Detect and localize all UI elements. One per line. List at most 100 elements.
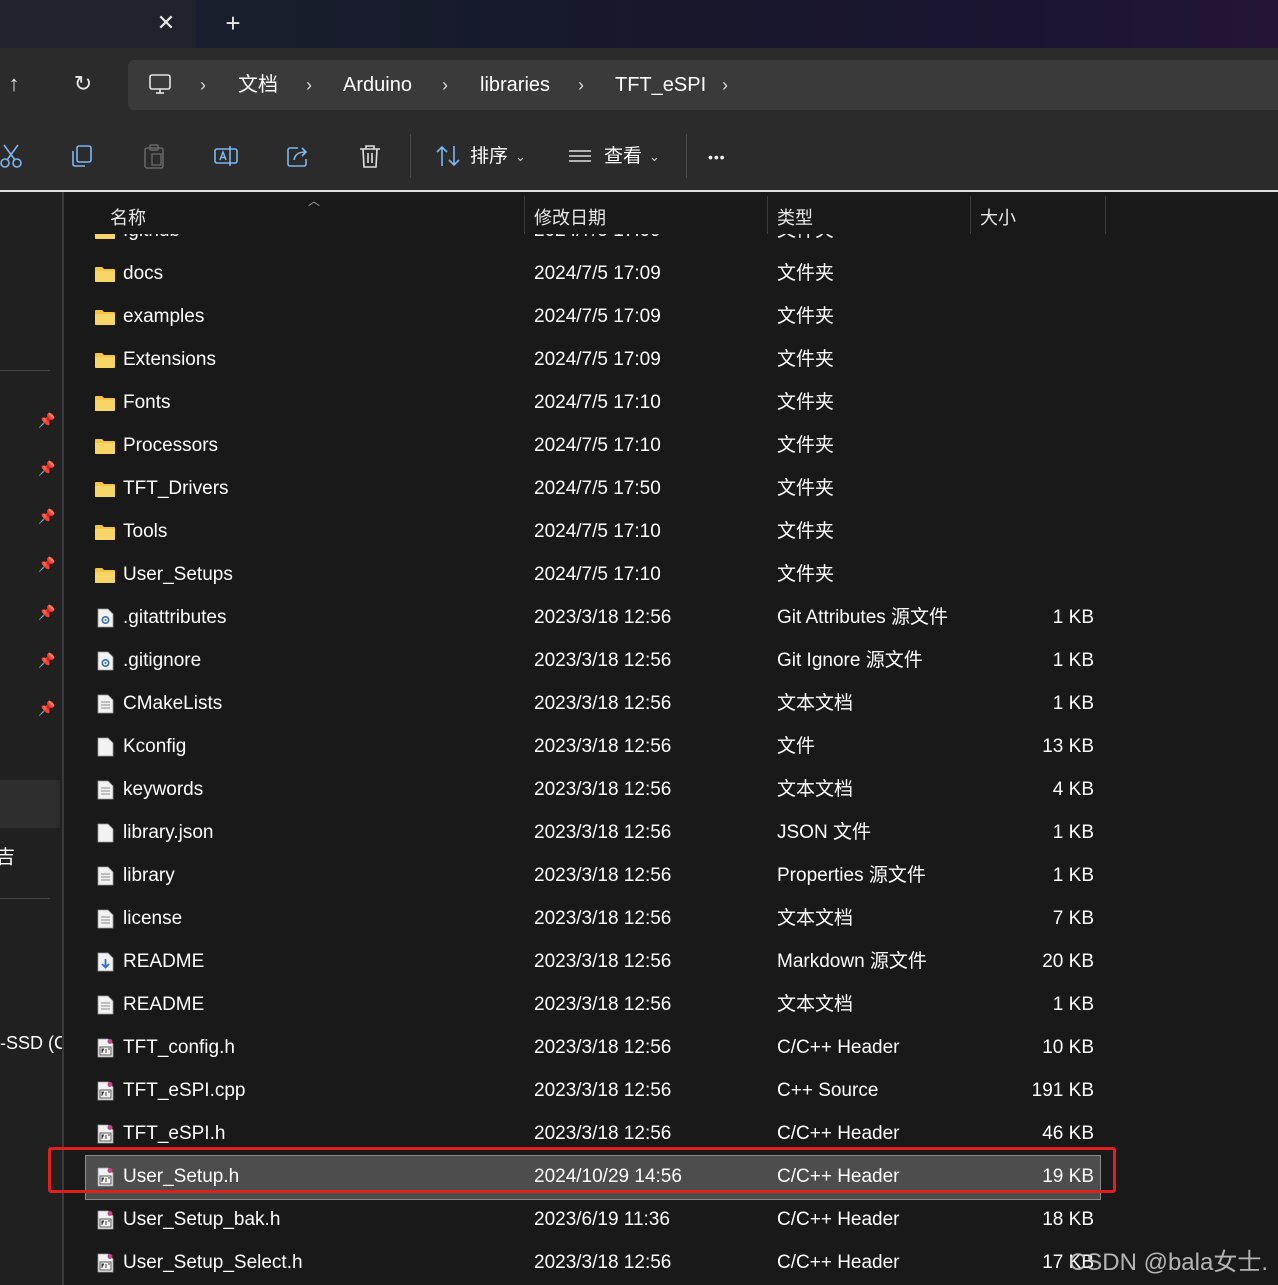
file-type: 文件夹 [777,392,835,413]
file-name: .gitattributes [123,607,227,628]
file-name: CMakeLists [123,693,223,714]
column-size[interactable]: 大小 [980,204,1016,230]
file-name: README [123,951,205,972]
file-name: license [123,908,183,929]
column-separator[interactable] [970,196,971,234]
delete-icon[interactable] [356,142,384,170]
refresh-icon[interactable]: ↻ [69,70,97,98]
file-name: TFT_config.h [123,1037,235,1058]
file-row[interactable]: TFT_config.h 2023/3/18 12:56 C/C++ Header 1… [86,1027,1100,1070]
file-row[interactable]: .gitignore 2023/3/18 12:56 Git Ignore 源文件 1… [86,640,1100,683]
sort-button[interactable]: 排序 [470,146,508,168]
pin-icon[interactable]: 📌 [38,556,55,574]
more-options-icon[interactable]: ••• [708,146,726,168]
file-row[interactable]: User_Setups 2024/7/5 17:10 文件夹 [86,554,1100,597]
file-type: Git Ignore 源文件 [777,650,923,671]
nav-item-drive-c[interactable]: -SSD (C [0,1033,67,1054]
file-row[interactable]: .gitattributes 2023/3/18 12:56 Git Attribu… [86,597,1100,640]
breadcrumb-chevron-icon[interactable]: › [200,72,206,98]
file-row[interactable]: TFT_Drivers 2024/7/5 17:50 文件夹 [86,468,1100,511]
file-row[interactable]: User_Setup_Select.h 2023/3/18 12:56 C/C++ … [86,1242,1100,1285]
computer-icon[interactable] [148,73,172,95]
breadcrumb-chevron-icon[interactable]: › [306,72,312,98]
file-date: 2024/7/5 17:10 [534,435,661,456]
column-date[interactable]: 修改日期 [534,204,606,230]
file-date: 2024/7/5 17:09 [534,306,661,327]
sort-chevron-down-icon[interactable]: ⌄ [515,146,526,168]
column-separator[interactable] [1105,196,1106,234]
breadcrumb-chevron-icon[interactable]: › [442,72,448,98]
folder-icon [95,396,115,411]
address-bar[interactable]: › 文档 › Arduino › libraries › TFT_eSPI › [128,60,1278,110]
file-type: 文件夹 [777,478,835,499]
paste-icon[interactable] [140,142,168,170]
file-date: 2024/7/5 17:09 [534,349,661,370]
file-row[interactable]: docs 2024/7/5 17:09 文件夹 [86,253,1100,296]
sort-icon[interactable] [434,142,462,170]
pin-icon[interactable]: 📌 [38,460,55,478]
share-icon[interactable] [284,142,312,170]
copy-icon[interactable] [68,142,96,170]
close-tab-icon[interactable]: ✕ [154,10,178,36]
active-tab[interactable]: ✕ [0,0,196,48]
column-name[interactable]: 名称 [110,204,146,230]
file-date: 2023/3/18 12:56 [534,994,672,1015]
view-chevron-down-icon[interactable]: ⌄ [649,146,660,168]
up-icon[interactable]: ↑ [0,70,28,98]
code-file-icon [97,1253,114,1273]
file-row[interactable]: CMakeLists 2023/3/18 12:56 文本文档 1 KB [86,683,1100,726]
column-type[interactable]: 类型 [777,204,813,230]
column-separator[interactable] [524,196,525,234]
text-file-icon [97,780,114,800]
rename-icon[interactable] [212,142,240,170]
breadcrumb-arduino[interactable]: Arduino [343,72,412,98]
file-name: docs [123,263,164,284]
column-separator[interactable] [767,196,768,234]
pin-icon[interactable]: 📌 [38,412,55,430]
breadcrumb-chevron-icon[interactable]: › [722,72,728,98]
folder-icon [95,310,115,325]
breadcrumb-libraries[interactable]: libraries [480,72,550,98]
folder-icon [95,267,115,282]
pin-icon[interactable]: 📌 [38,604,55,622]
file-type: 文件夹 [777,435,835,456]
file-size: 1 KB [1052,693,1094,714]
file-type: C++ Source [777,1080,879,1101]
file-icon [97,737,114,757]
code-file-icon [97,1081,114,1101]
pin-icon[interactable]: 📌 [38,508,55,526]
file-row[interactable]: library 2023/3/18 12:56 Properties 源文件 1 KB [86,855,1100,898]
file-type: C/C++ Header [777,1209,900,1230]
breadcrumb-chevron-icon[interactable]: › [578,72,584,98]
nav-item-partial[interactable]: 吉 [0,842,15,869]
file-row[interactable]: license 2023/3/18 12:56 文本文档 7 KB [86,898,1100,941]
file-row[interactable]: Processors 2024/7/5 17:10 文件夹 [86,425,1100,468]
file-size: 18 KB [1042,1209,1094,1230]
file-size: 20 KB [1042,951,1094,972]
file-row[interactable]: library.json 2023/3/18 12:56 JSON 文件 1 KB [86,812,1100,855]
file-row[interactable]: examples 2024/7/5 17:09 文件夹 [86,296,1100,339]
file-date: 2023/3/18 12:56 [534,1037,672,1058]
file-row[interactable]: Extensions 2024/7/5 17:09 文件夹 [86,339,1100,382]
file-row[interactable]: README 2023/3/18 12:56 文本文档 1 KB [86,984,1100,1027]
file-row[interactable]: Tools 2024/7/5 17:10 文件夹 [86,511,1100,554]
view-icon[interactable] [566,142,594,170]
sort-up-icon: ︿ [308,194,321,208]
file-row[interactable]: TFT_eSPI.cpp 2023/3/18 12:56 C++ Source 191… [86,1070,1100,1113]
file-row[interactable]: User_Setup_bak.h 2023/6/19 11:36 C/C++ Hea… [86,1199,1100,1242]
code-file-icon [97,1124,114,1144]
cut-icon[interactable] [0,142,26,170]
file-row[interactable]: Kconfig 2023/3/18 12:56 文件 13 KB [86,726,1100,769]
breadcrumb-documents[interactable]: 文档 [238,72,278,98]
pin-icon[interactable]: 📌 [38,652,55,670]
file-row[interactable]: keywords 2023/3/18 12:56 文本文档 4 KB [86,769,1100,812]
nav-item-selected[interactable] [0,780,60,828]
new-tab-icon[interactable]: + [220,10,246,36]
breadcrumb-tft-espi[interactable]: TFT_eSPI [615,72,706,98]
file-icon [97,823,114,843]
file-row[interactable]: Fonts 2024/7/5 17:10 文件夹 [86,382,1100,425]
view-button[interactable]: 查看 [604,146,642,168]
file-size: 4 KB [1052,779,1094,800]
file-row[interactable]: README 2023/3/18 12:56 Markdown 源文件 20 KB [86,941,1100,984]
pin-icon[interactable]: 📌 [38,700,55,718]
